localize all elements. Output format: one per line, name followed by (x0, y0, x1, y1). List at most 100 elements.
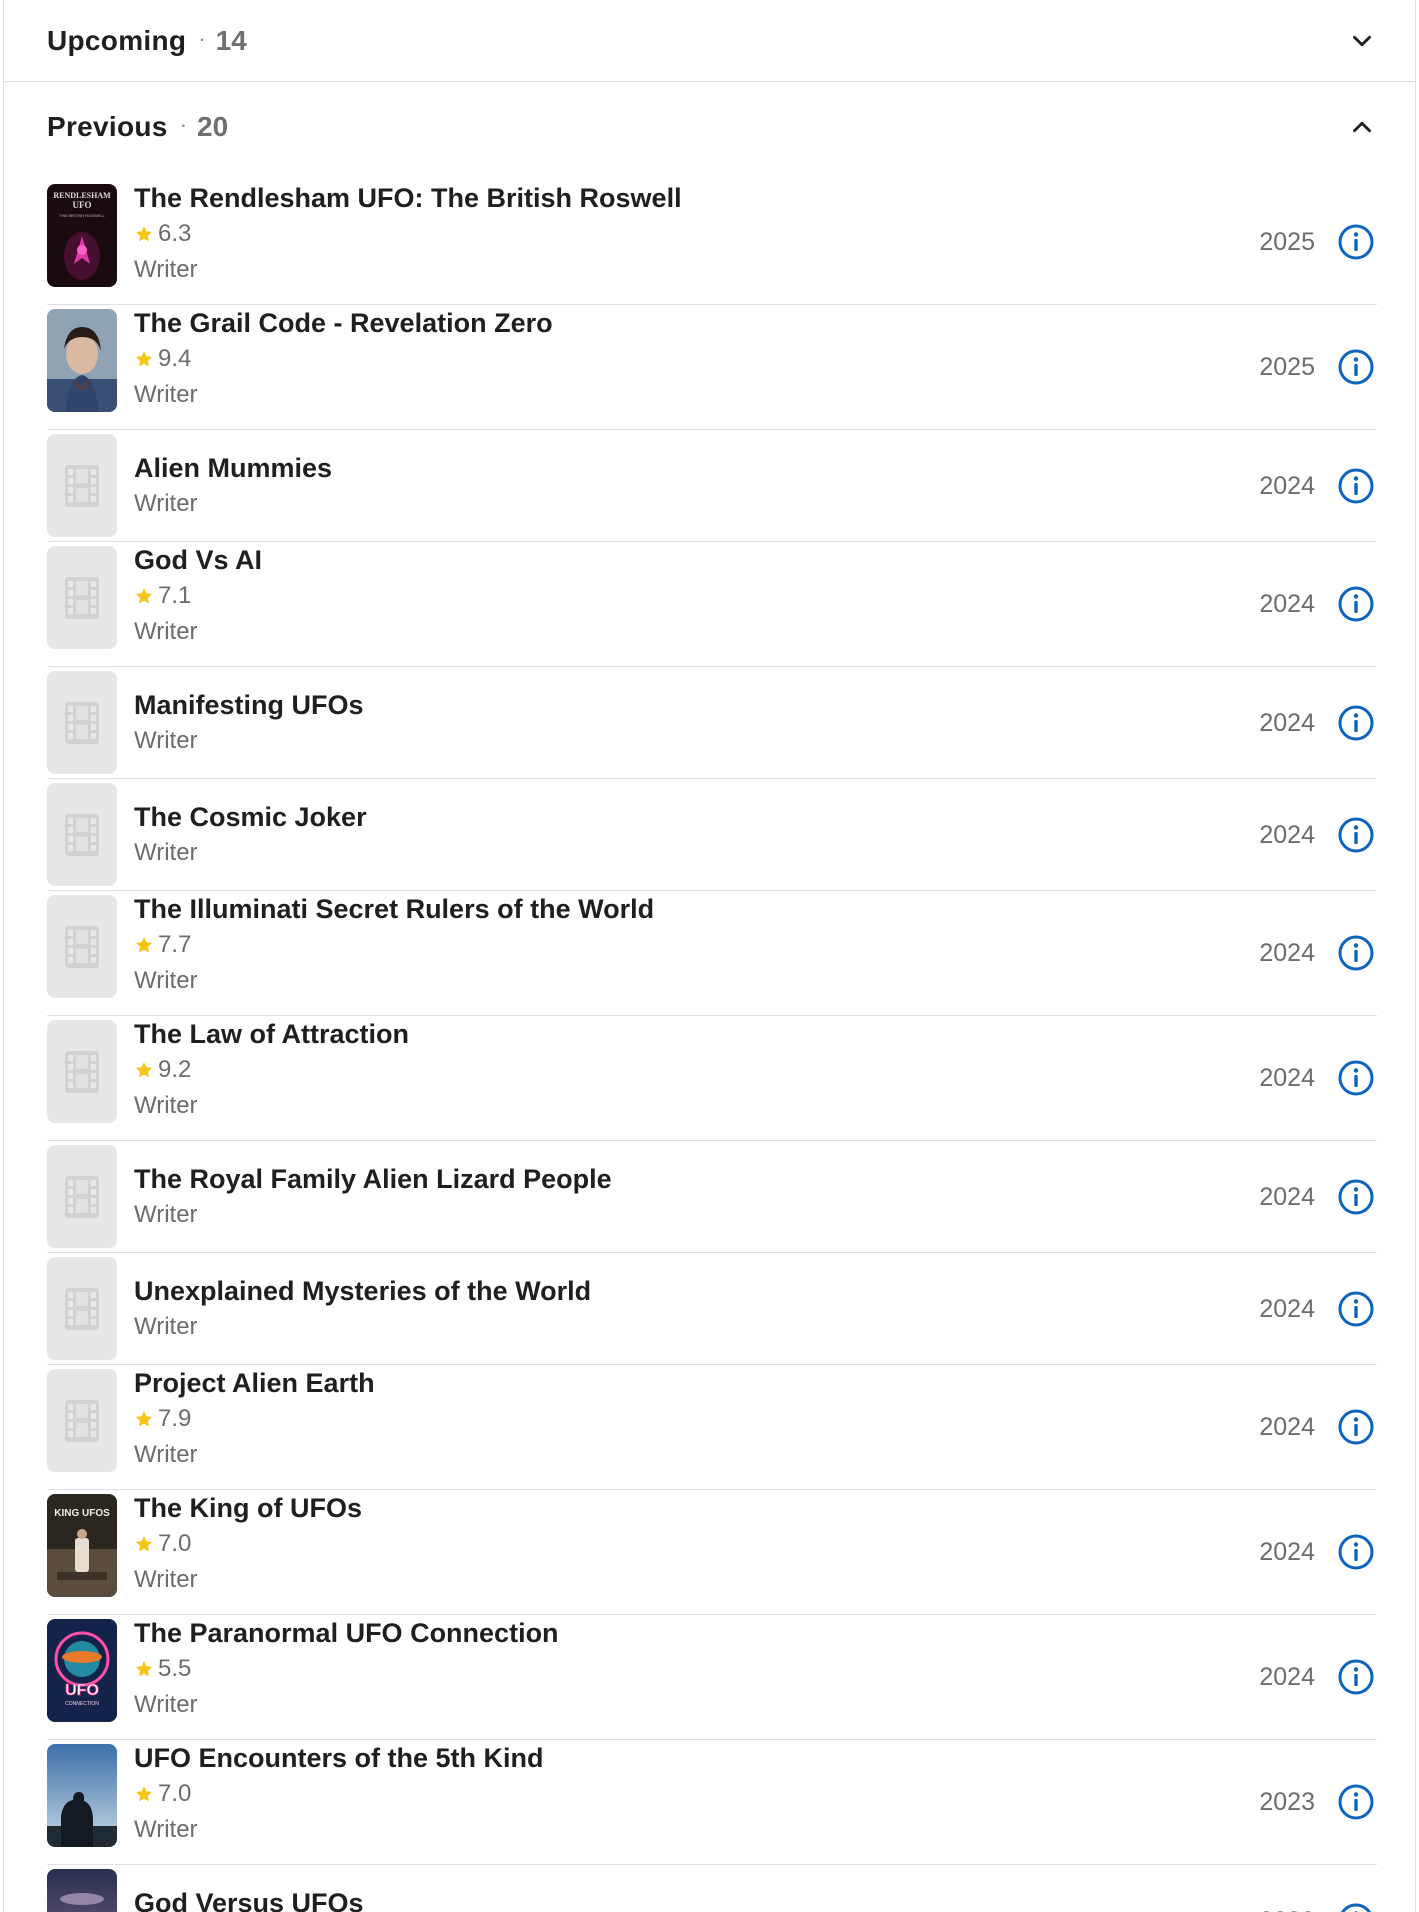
credit-row[interactable]: The Illuminati Secret Rulers of the Worl… (47, 891, 1377, 1016)
credit-title[interactable]: Manifesting UFOs (134, 687, 364, 723)
credit-title[interactable]: Project Alien Earth (134, 1365, 375, 1401)
info-icon[interactable] (1337, 1059, 1375, 1097)
info-icon[interactable] (1337, 223, 1375, 261)
rating: 7.9 (134, 1401, 375, 1437)
info-icon[interactable] (1337, 816, 1375, 854)
credit-row[interactable]: The Grail Code - Revelation Zero 9.4 Writ… (47, 305, 1377, 430)
star-icon (134, 1659, 158, 1679)
credit-role: Writer (134, 839, 198, 866)
credit-row[interactable]: KING UFOS The King of UFOs 7.0 Writer 2024 (47, 1490, 1377, 1615)
credit-row[interactable]: The Cosmic Joker Writer 2024 (47, 779, 1377, 891)
credit-text: The Cosmic Joker Writer (134, 799, 367, 871)
info-icon[interactable] (1337, 934, 1375, 972)
credit-year: 2023 (1259, 1788, 1315, 1816)
info-icon[interactable] (1337, 585, 1375, 623)
info-icon[interactable] (1337, 1290, 1375, 1328)
credit-text: Unexplained Mysteries of the World Writer (134, 1273, 591, 1345)
poster-thumbnail[interactable] (47, 1744, 117, 1847)
svg-text:CONNECTION: CONNECTION (65, 1701, 99, 1707)
credit-title[interactable]: The King of UFOs (134, 1490, 362, 1526)
upcoming-section-header[interactable]: Upcoming · 14 (4, 0, 1415, 82)
credit-year: 2025 (1259, 228, 1315, 256)
star-icon (134, 1534, 158, 1554)
poster-thumbnail[interactable]: UFO CONNECTION (47, 1619, 117, 1722)
rating-value: 9.2 (158, 1056, 192, 1083)
credit-row[interactable]: God Vs AI 7.1 Writer 2024 (47, 542, 1377, 667)
info-icon[interactable] (1337, 1902, 1375, 1912)
film-placeholder-icon[interactable] (47, 434, 117, 537)
svg-text:UFO: UFO (73, 200, 92, 210)
credit-role: Writer (134, 381, 198, 408)
filmography-panel: Upcoming · 14 Previous · 20 RENDLESHAM UF… (3, 0, 1416, 1912)
info-icon[interactable] (1337, 467, 1375, 505)
film-placeholder-icon[interactable] (47, 1020, 117, 1123)
credit-row[interactable]: The Law of Attraction 9.2 Writer 2024 (47, 1016, 1377, 1141)
info-icon[interactable] (1337, 348, 1375, 386)
svg-text:RENDLESHAM: RENDLESHAM (53, 191, 111, 200)
credits-list: RENDLESHAM UFO THE BRITISH ROSWELL The Rend… (47, 180, 1377, 1912)
credit-row[interactable]: Manifesting UFOs Writer 2024 (47, 667, 1377, 779)
previous-label: Previous (47, 111, 168, 142)
poster-thumbnail[interactable]: KING UFOS (47, 1494, 117, 1597)
credit-title[interactable]: The Paranormal UFO Connection (134, 1615, 559, 1651)
credit-title[interactable]: The Cosmic Joker (134, 799, 367, 835)
credit-year: 2024 (1259, 939, 1315, 967)
credit-year: 2024 (1259, 1064, 1315, 1092)
credit-title[interactable]: The Illuminati Secret Rulers of the Worl… (134, 891, 654, 927)
credit-role: Writer (134, 490, 198, 517)
poster-thumbnail[interactable] (47, 1869, 117, 1912)
credit-title[interactable]: The Grail Code - Revelation Zero (134, 305, 553, 341)
chevron-down-icon[interactable] (1349, 28, 1375, 54)
credit-title[interactable]: Alien Mummies (134, 450, 332, 486)
credit-year: 2024 (1259, 820, 1315, 849)
credit-title[interactable]: Unexplained Mysteries of the World (134, 1273, 591, 1309)
credit-row[interactable]: RENDLESHAM UFO THE BRITISH ROSWELL The Rend… (47, 180, 1377, 305)
credit-year: 2024 (1259, 590, 1315, 618)
credit-title[interactable]: The Royal Family Alien Lizard People (134, 1161, 612, 1197)
info-icon[interactable] (1337, 1783, 1375, 1821)
info-icon[interactable] (1337, 1178, 1375, 1216)
svg-text:THE BRITISH ROSWELL: THE BRITISH ROSWELL (59, 213, 105, 218)
credit-row[interactable]: UFO Encounters of the 5th Kind 7.0 Writer… (47, 1740, 1377, 1865)
upcoming-label: Upcoming (47, 24, 187, 56)
credit-title[interactable]: The Law of Attraction (134, 1016, 409, 1052)
credit-row[interactable]: God Versus UFOsWriter 2023 (47, 1865, 1377, 1912)
credit-text: The Illuminati Secret Rulers of the Worl… (134, 891, 654, 999)
poster-thumbnail[interactable] (47, 309, 117, 412)
film-placeholder-icon[interactable] (47, 783, 117, 886)
chevron-up-icon[interactable] (1349, 114, 1375, 140)
info-icon[interactable] (1337, 1408, 1375, 1446)
film-placeholder-icon[interactable] (47, 546, 117, 649)
credit-title[interactable]: UFO Encounters of the 5th Kind (134, 1740, 544, 1776)
info-icon[interactable] (1337, 1533, 1375, 1571)
film-placeholder-icon[interactable] (47, 895, 117, 998)
credit-row[interactable]: Project Alien Earth 7.9 Writer 2024 (47, 1365, 1377, 1490)
credit-row[interactable]: The Royal Family Alien Lizard People Writ… (47, 1141, 1377, 1253)
credit-title[interactable]: The Rendlesham UFO: The British Roswell (134, 180, 682, 216)
rating: 7.0 (134, 1526, 362, 1562)
upcoming-count: 14 (215, 24, 247, 56)
credit-row[interactable]: Unexplained Mysteries of the World Writer… (47, 1253, 1377, 1365)
credit-title[interactable]: God Versus UFOs (134, 1885, 364, 1912)
credit-title[interactable]: God Vs AI (134, 542, 262, 578)
credit-year: 2024 (1259, 1538, 1315, 1566)
credit-text: The Royal Family Alien Lizard People Writ… (134, 1161, 612, 1233)
film-placeholder-icon[interactable] (47, 671, 117, 774)
credit-row[interactable]: UFO CONNECTION The Paranormal UFO Connecti… (47, 1615, 1377, 1740)
info-icon[interactable] (1337, 704, 1375, 742)
film-placeholder-icon[interactable] (47, 1369, 117, 1472)
film-placeholder-icon[interactable] (47, 1257, 117, 1360)
previous-section-header[interactable]: Previous · 20 (4, 82, 1415, 172)
credit-text: God Vs AI 7.1 Writer (134, 542, 262, 650)
credit-role: Writer (134, 727, 198, 754)
credit-role: Writer (134, 256, 198, 283)
film-placeholder-icon[interactable] (47, 1145, 117, 1248)
poster-thumbnail[interactable]: RENDLESHAM UFO THE BRITISH ROSWELL (47, 184, 117, 287)
credit-role: Writer (134, 1201, 198, 1228)
star-icon (134, 935, 158, 955)
rating-value: 7.0 (158, 1780, 192, 1807)
credit-row[interactable]: Alien Mummies Writer 2024 (47, 430, 1377, 542)
credit-year: 2024 (1259, 1663, 1315, 1691)
info-icon[interactable] (1337, 1658, 1375, 1696)
separator-dot: · (179, 112, 188, 137)
